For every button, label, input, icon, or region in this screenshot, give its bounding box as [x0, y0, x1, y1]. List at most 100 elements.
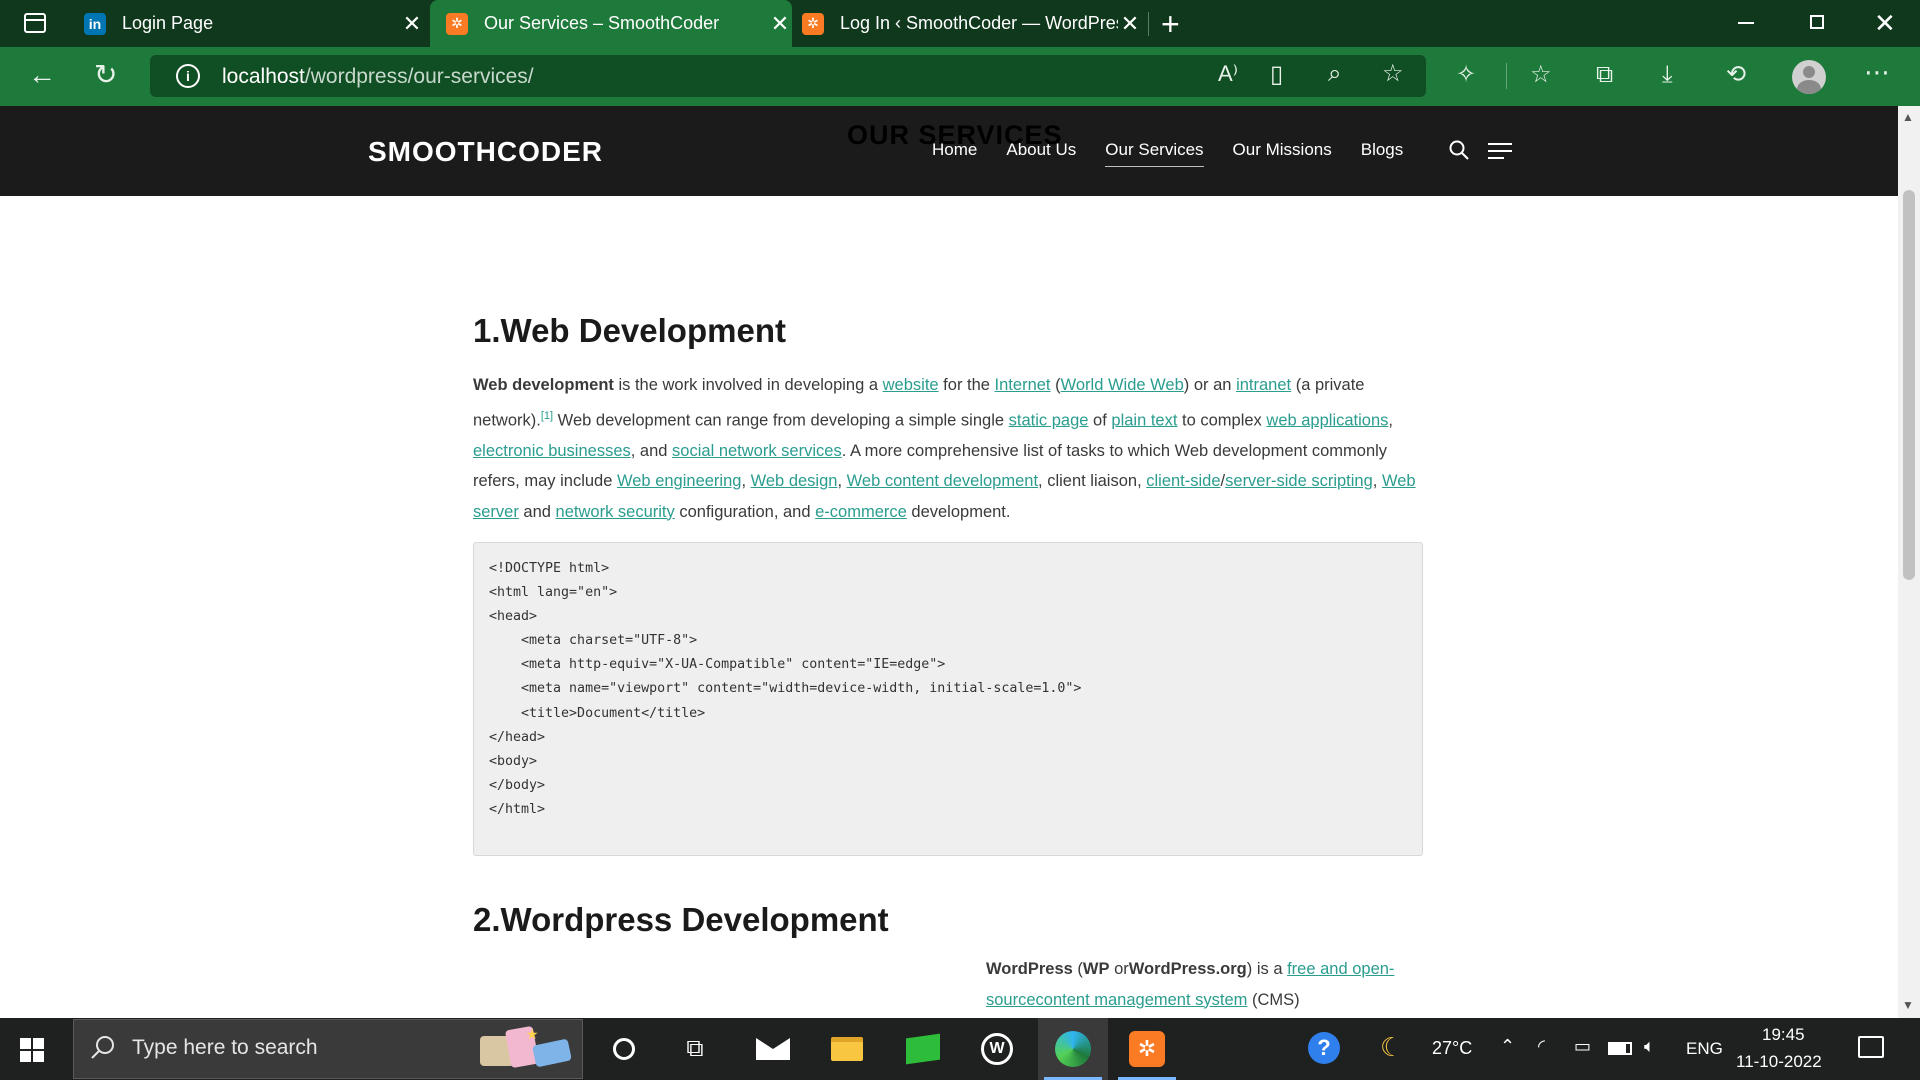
- main-navigation: Home About Us Our Services Our Missions …: [932, 140, 1432, 167]
- code-line: <meta http-equiv="X-UA-Compatible" conte…: [489, 657, 946, 673]
- code-line: <meta charset="UTF-8">: [489, 633, 698, 649]
- input-language[interactable]: ENG: [1686, 1039, 1723, 1059]
- scrollbar-thumb[interactable]: [1903, 190, 1915, 580]
- more-options-icon[interactable]: ⋯: [1864, 59, 1890, 85]
- footnote-link[interactable]: [1]: [541, 410, 553, 422]
- notifications-icon[interactable]: [1858, 1036, 1884, 1058]
- link-world-wide-web[interactable]: World Wide Web: [1061, 376, 1184, 394]
- close-tab-icon[interactable]: ✕: [1118, 11, 1142, 37]
- tab-our-services[interactable]: ✲ Our Services – SmoothCoder ✕: [430, 0, 792, 47]
- browser-essentials-icon[interactable]: ⟲: [1726, 63, 1746, 87]
- page-scrollbar[interactable]: ▲ ▼: [1898, 106, 1920, 1018]
- link-electronic-businesses[interactable]: electronic businesses: [473, 442, 631, 460]
- show-hidden-icons-icon[interactable]: ⌃: [1500, 1036, 1515, 1057]
- bold-term: Web development: [473, 376, 614, 394]
- nav-item-our-services[interactable]: Our Services: [1105, 140, 1204, 167]
- link-client-side[interactable]: client-side: [1146, 472, 1220, 490]
- mail-icon[interactable]: [754, 1030, 792, 1068]
- clock-date[interactable]: 11-10-2022: [1736, 1052, 1822, 1072]
- extensions-icon[interactable]: ✧: [1456, 63, 1476, 87]
- task-view-icon[interactable]: ⧉: [676, 1030, 714, 1068]
- cortana-icon[interactable]: [605, 1030, 643, 1068]
- code-line: <html lang="en">: [489, 585, 618, 601]
- tab-login-page[interactable]: in Login Page ✕: [84, 0, 424, 47]
- windows-start-icon[interactable]: [20, 1038, 44, 1062]
- browser-tab-strip: in Login Page ✕ ✲ Our Services – SmoothC…: [0, 0, 1920, 47]
- link-content-management-system[interactable]: content management system: [1036, 991, 1248, 1009]
- nav-item-blogs[interactable]: Blogs: [1361, 140, 1404, 167]
- file-explorer-icon[interactable]: [828, 1030, 866, 1068]
- nav-item-about-us[interactable]: About Us: [1006, 140, 1076, 167]
- link-static-page[interactable]: static page: [1009, 411, 1089, 429]
- taskbar-search-box[interactable]: Type here to search ★: [73, 1019, 583, 1079]
- edge-browser-taskbar-button[interactable]: [1038, 1018, 1108, 1080]
- link-social-network-services[interactable]: social network services: [672, 442, 842, 460]
- site-info-icon[interactable]: i: [176, 64, 200, 88]
- close-tab-icon[interactable]: ✕: [768, 11, 792, 37]
- text: Web development can range from developin…: [553, 411, 1009, 429]
- new-tab-icon[interactable]: +: [1161, 6, 1180, 43]
- immersive-reader-icon[interactable]: ▯: [1270, 63, 1283, 87]
- link-e-commerce[interactable]: e-commerce: [815, 503, 907, 521]
- collections-icon[interactable]: ⧉: [1596, 63, 1613, 87]
- link-web-applications[interactable]: web applications: [1266, 411, 1388, 429]
- text: of: [1088, 411, 1112, 429]
- xampp-taskbar-button[interactable]: ✲: [1112, 1018, 1182, 1080]
- text: ,: [1388, 411, 1393, 429]
- link-server-side-scripting[interactable]: server-side scripting: [1225, 472, 1373, 490]
- site-logo[interactable]: SMOOTHCODER: [368, 136, 603, 168]
- text: ) or an: [1183, 376, 1237, 394]
- section-heading-wordpress-development: 2.Wordpress Development: [473, 901, 889, 938]
- menu-icon[interactable]: [1488, 142, 1512, 165]
- excel-like-app-icon[interactable]: [904, 1030, 942, 1068]
- nav-item-our-missions[interactable]: Our Missions: [1233, 140, 1332, 167]
- link-web-content-development[interactable]: Web content development: [847, 472, 1038, 490]
- battery-icon[interactable]: [1608, 1042, 1632, 1055]
- link-web-design[interactable]: Web design: [751, 472, 838, 490]
- tab-title: Login Page: [122, 13, 214, 33]
- link-web-engineering[interactable]: Web engineering: [617, 472, 741, 490]
- link-network-security[interactable]: network security: [556, 503, 675, 521]
- link-internet[interactable]: Internet: [995, 376, 1051, 394]
- back-icon[interactable]: ←: [28, 61, 56, 89]
- url-text[interactable]: localhost/wordpress/our-services/: [222, 65, 534, 89]
- network-icon[interactable]: ◜: [1538, 1036, 1545, 1057]
- text: is the work involved in developing a: [613, 376, 883, 394]
- search-icon[interactable]: [1449, 140, 1469, 165]
- address-bar[interactable]: i localhost/wordpress/our-services/ A⁾ ▯…: [150, 55, 1426, 97]
- add-favorite-icon[interactable]: ☆: [1382, 62, 1404, 86]
- restore-icon[interactable]: [1810, 15, 1824, 29]
- text: ,: [837, 472, 847, 490]
- refresh-icon[interactable]: ↻: [94, 61, 117, 89]
- site-header: OUR SERVICES SMOOTHCODER Home About Us O…: [0, 106, 1898, 196]
- code-line: <body>: [489, 753, 538, 769]
- link-intranet[interactable]: intranet: [1236, 376, 1291, 394]
- clock-time[interactable]: 19:45: [1762, 1025, 1805, 1045]
- search-highlight-icon: ★: [472, 1024, 578, 1076]
- nav-item-home[interactable]: Home: [932, 140, 977, 167]
- help-icon[interactable]: ?: [1308, 1032, 1340, 1064]
- windows-taskbar: Type here to search ★ ⧉ W ✲ ? ☾ 27°C ⌃ ◜…: [0, 1018, 1920, 1080]
- profile-avatar[interactable]: [1792, 60, 1826, 94]
- tab-actions-icon[interactable]: [24, 13, 46, 33]
- favorites-icon[interactable]: ☆: [1530, 63, 1552, 87]
- link-website[interactable]: website: [883, 376, 939, 394]
- bold-term: WordPress: [986, 960, 1073, 978]
- close-window-icon[interactable]: ✕: [1874, 8, 1896, 39]
- volume-icon[interactable]: 🔈︎: [1644, 1036, 1655, 1057]
- minimize-icon[interactable]: [1738, 22, 1754, 24]
- read-aloud-icon[interactable]: A⁾: [1218, 63, 1238, 85]
- close-tab-icon[interactable]: ✕: [400, 11, 424, 37]
- scroll-down-arrow-icon[interactable]: ▼: [1902, 998, 1914, 1012]
- link-plain-text[interactable]: plain text: [1111, 411, 1177, 429]
- scroll-up-arrow-icon[interactable]: ▲: [1902, 110, 1914, 124]
- downloads-icon[interactable]: ⤓: [1662, 63, 1673, 87]
- wordpress-app-icon[interactable]: W: [978, 1030, 1016, 1068]
- weather-temperature[interactable]: 27°C: [1432, 1038, 1472, 1059]
- zoom-icon[interactable]: ⌕: [1328, 62, 1341, 86]
- weather-moon-icon[interactable]: ☾: [1380, 1032, 1403, 1063]
- invision-icon: in: [84, 12, 106, 35]
- meet-now-icon[interactable]: ▭: [1574, 1036, 1591, 1057]
- tab-wp-login[interactable]: ✲ Log In ‹ SmoothCoder — WordPress ✕: [802, 0, 1142, 47]
- web-development-paragraph: Web development is the work involved in …: [473, 370, 1423, 527]
